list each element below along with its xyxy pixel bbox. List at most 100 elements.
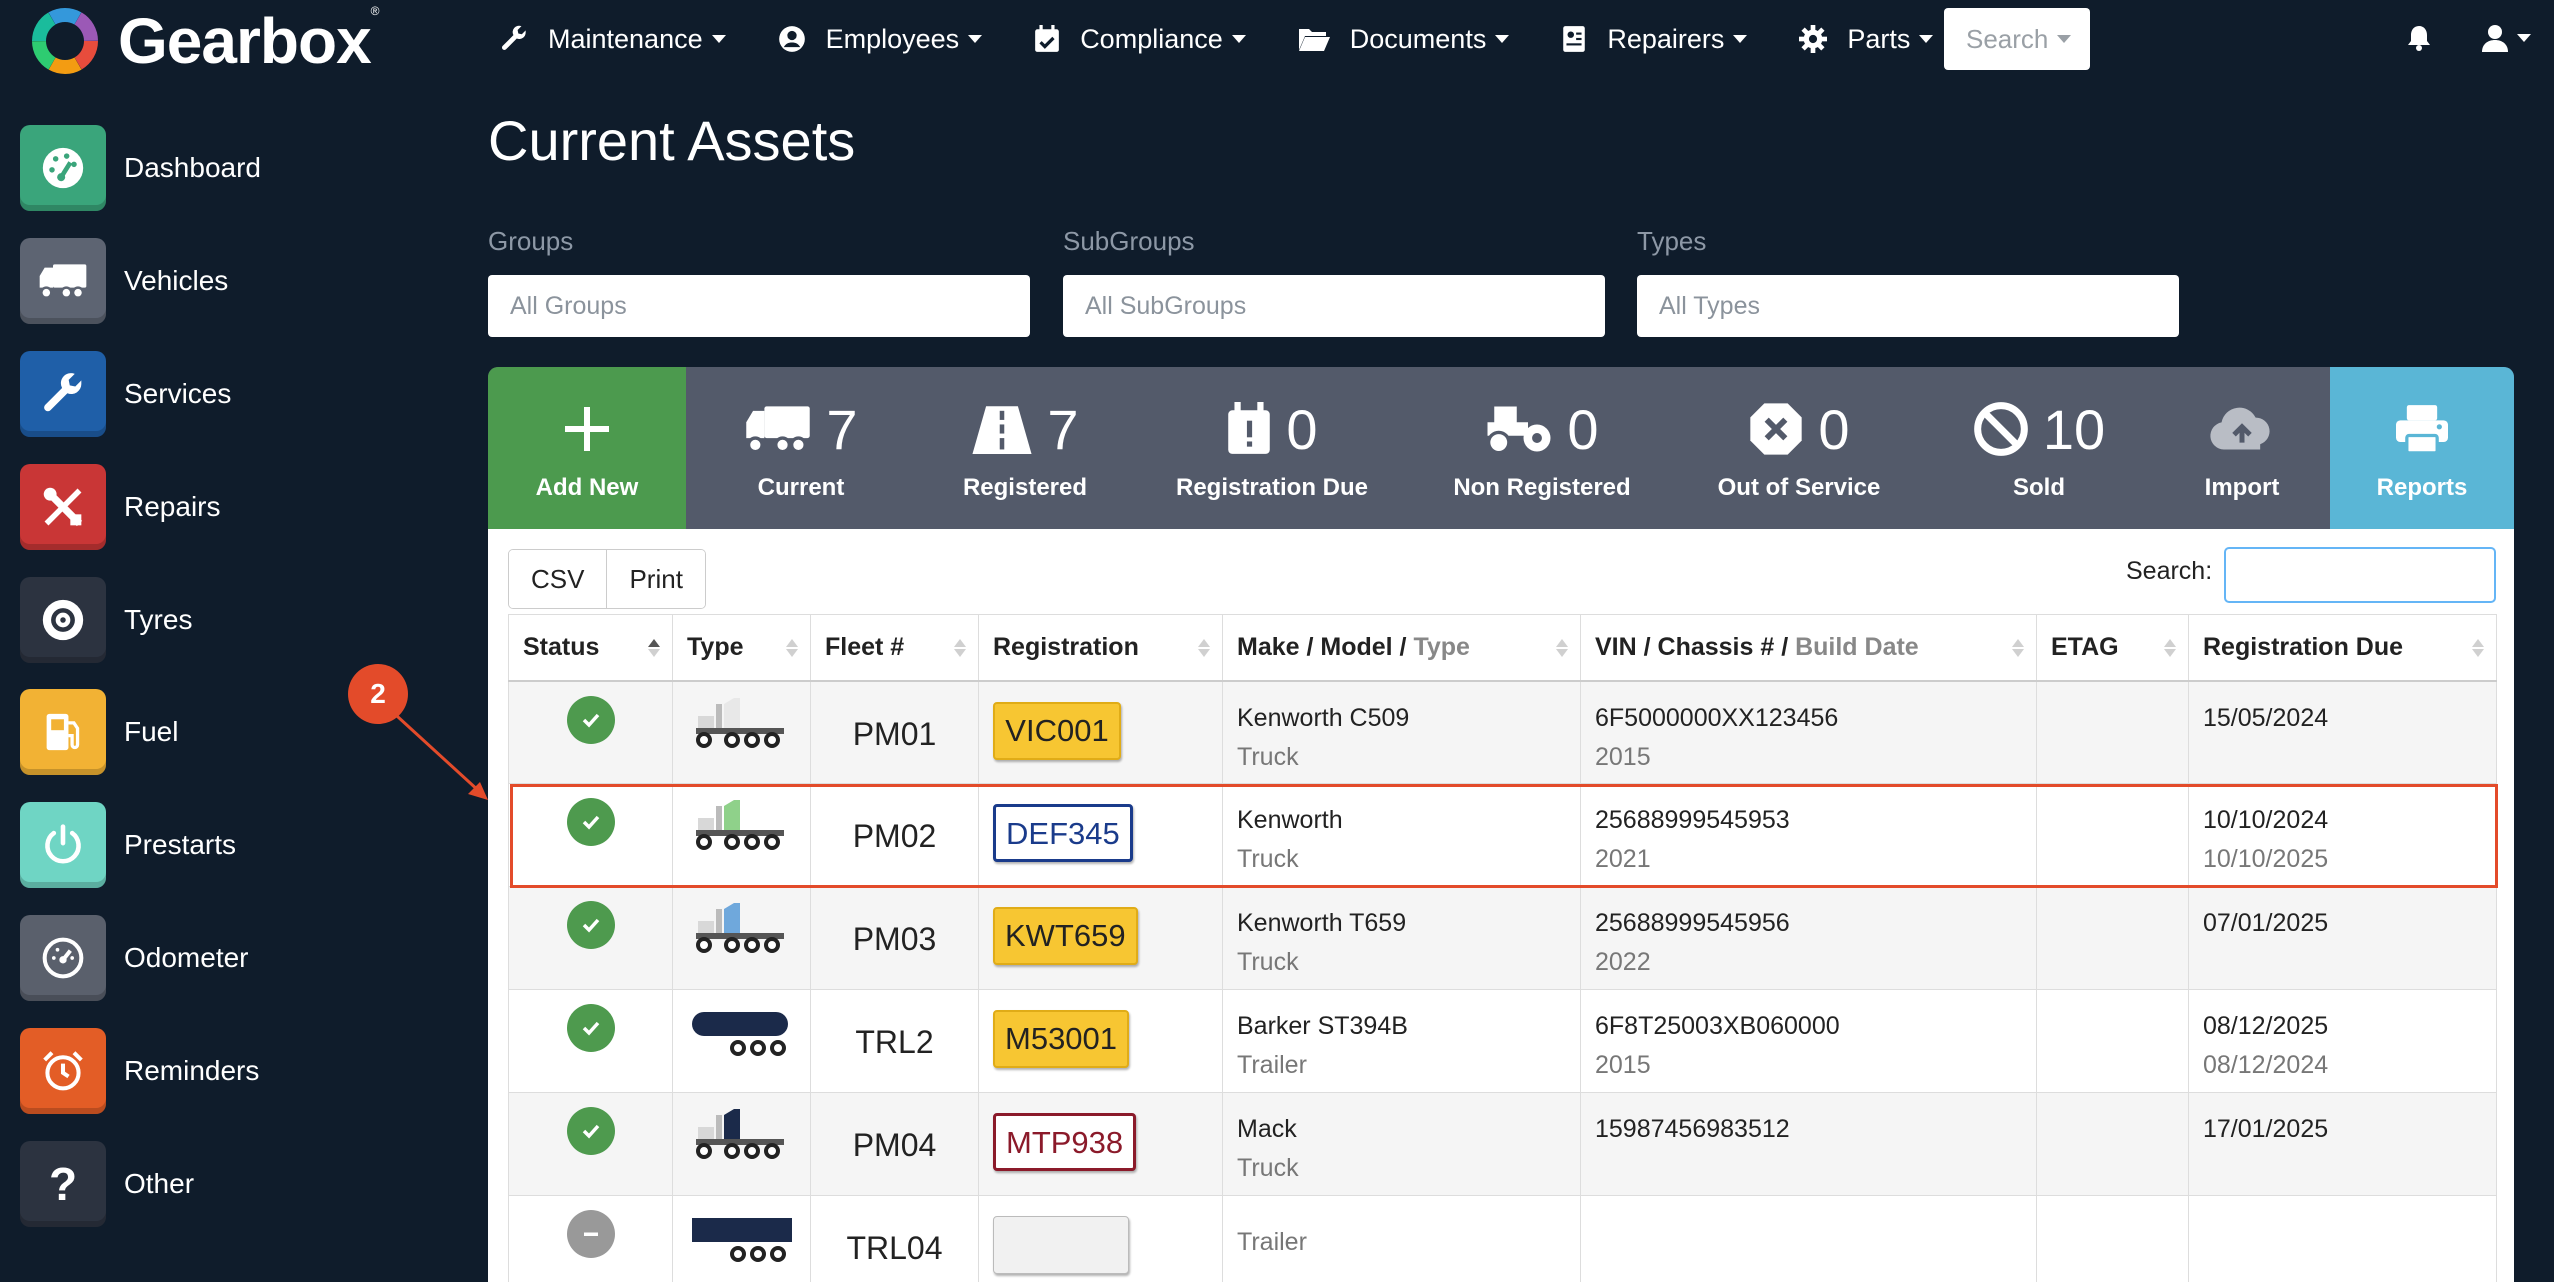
build-date-text: 2015 [1595, 1051, 1651, 1079]
groups-select[interactable]: All Groups [488, 275, 1030, 337]
truck-icon [692, 1107, 792, 1170]
sold-count: 10 [2042, 397, 2106, 461]
column-header-registration-due[interactable]: Registration Due [2188, 614, 2497, 682]
make-header-sublabel: Type [1413, 632, 1470, 661]
nav-documents[interactable]: Documents [1298, 24, 1510, 55]
cell-status [508, 989, 673, 1093]
registration-due-text: 08/12/2025 [2203, 1012, 2329, 1040]
cell-fleet[interactable]: PM02 [810, 783, 979, 887]
sidebar-item-odometer[interactable]: Odometer [20, 902, 440, 1015]
column-header-vin[interactable]: VIN / Chassis # / Build Date [1580, 614, 2037, 682]
fleet-header-label: Fleet # [825, 632, 905, 661]
fleet-number[interactable]: PM02 [853, 818, 937, 854]
vin-text: 6F5000000XX123456 [1595, 703, 1839, 732]
cell-registration-due: 17/01/2025 [2188, 1092, 2497, 1196]
column-header-etag[interactable]: ETAG [2036, 614, 2189, 682]
nav-repairers[interactable]: Repairers [1561, 23, 1748, 55]
table-row[interactable]: PM03 KWT659 Kenworth T659 Truck 256889995459… [508, 886, 2497, 990]
csv-button[interactable]: CSV [509, 550, 607, 608]
sidebar-item-reminders[interactable]: Reminders [20, 1014, 440, 1127]
stat-out-of-service[interactable]: 0 Out of Service [1674, 367, 1924, 529]
assets-table-panel: CSV Print Search: Status Type Fleet # Re… [488, 529, 2514, 1282]
registration-plate[interactable] [993, 1216, 1129, 1274]
nav-parts[interactable]: Parts [1799, 24, 1934, 55]
cell-etag [2036, 989, 2189, 1093]
sidebar-item-other[interactable]: ? Other [20, 1127, 440, 1240]
cell-make-model: Trailer [1222, 1195, 1581, 1282]
registration-plate[interactable]: M53001 [993, 1010, 1130, 1068]
table-row[interactable]: TRL2 M53001 Barker ST394B Trailer 6F8T25003X… [508, 989, 2497, 1093]
fleet-number[interactable]: TRL2 [855, 1024, 933, 1060]
cell-status [508, 680, 673, 784]
nav-maintenance[interactable]: Maintenance [500, 24, 726, 55]
road-icon [972, 406, 1032, 454]
add-new-button[interactable]: Add New [488, 367, 686, 529]
sort-icon [1198, 637, 1210, 659]
registration-plate[interactable]: KWT659 [993, 907, 1138, 965]
nav-employees[interactable]: Employees [778, 24, 983, 55]
table-row[interactable]: PM01 VIC001 Kenworth C509 Truck 6F5000000XX1… [508, 680, 2497, 784]
page-title: Current Assets [488, 109, 856, 172]
stat-sold[interactable]: 10 Sold [1924, 367, 2154, 529]
cell-fleet[interactable]: TRL04 [810, 1195, 979, 1282]
registration-plate[interactable]: VIC001 [993, 701, 1121, 760]
vehicles-tile [20, 238, 106, 325]
gearbox-logo[interactable]: Gearbox® [30, 4, 379, 77]
print-button[interactable]: Print [606, 550, 705, 608]
fleet-number[interactable]: PM03 [853, 921, 937, 957]
stat-registered[interactable]: 7 Registered [916, 367, 1134, 529]
printer-icon [2396, 405, 2448, 455]
fleet-number[interactable]: PM01 [853, 716, 937, 752]
nav-maintenance-label: Maintenance [548, 23, 703, 54]
cell-fleet[interactable]: PM03 [810, 886, 979, 990]
table-row[interactable]: PM04 MTP938 Mack Truck 15987456983512 17/01/2… [508, 1092, 2497, 1196]
cell-status [508, 886, 673, 990]
sidebar-item-repairs[interactable]: Repairs [20, 450, 440, 563]
chevron-down-icon [711, 35, 726, 43]
fleet-number[interactable]: TRL04 [846, 1230, 942, 1266]
registration-due-text: 15/05/2024 [2203, 703, 2329, 732]
sidebar-item-services[interactable]: Services [20, 338, 440, 451]
sidebar-item-label: Other [124, 1167, 195, 1199]
table-row[interactable]: TRL04 Trailer [508, 1195, 2497, 1282]
truck-icon [746, 406, 811, 454]
column-header-type[interactable]: Type [672, 614, 811, 682]
stat-registration-due[interactable]: 0 Registration Due [1134, 367, 1410, 529]
cell-registration-due: 08/12/2025 08/12/2024 [2188, 989, 2497, 1093]
table-search-input[interactable] [2224, 547, 2496, 603]
speedometer-icon [42, 148, 84, 189]
global-search-dropdown[interactable]: Search [1944, 8, 2090, 70]
types-select[interactable]: All Types [1637, 275, 2179, 337]
sidebar-item-label: Fuel [124, 716, 179, 748]
registered-count: 7 [1047, 397, 1079, 461]
import-button[interactable]: Import [2154, 367, 2330, 529]
table-row[interactable]: PM02 DEF345 Kenworth Truck 25688999545953 202… [508, 783, 2497, 887]
registration-due-text: 17/01/2025 [2203, 1115, 2329, 1143]
sidebar-item-prestarts[interactable]: Prestarts [20, 789, 440, 902]
fuel-pump-icon [46, 714, 80, 751]
subgroups-select[interactable]: All SubGroups [1063, 275, 1605, 337]
cell-fleet[interactable]: TRL2 [810, 989, 979, 1093]
registration-plate[interactable]: MTP938 [993, 1113, 1137, 1171]
sidebar-item-label: Prestarts [124, 829, 237, 861]
reports-button[interactable]: Reports [2330, 367, 2514, 529]
registration-plate[interactable]: DEF345 [993, 804, 1133, 862]
chevron-down-icon [1495, 35, 1510, 43]
column-header-registration[interactable]: Registration [978, 614, 1223, 682]
column-header-status[interactable]: Status [508, 614, 673, 682]
sidebar-item-vehicles[interactable]: Vehicles [20, 225, 440, 338]
cell-fleet[interactable]: PM01 [810, 680, 979, 784]
nav-repairers-label: Repairers [1607, 23, 1725, 54]
sidebar-item-dashboard[interactable]: Dashboard [20, 112, 440, 225]
chevron-down-icon [2057, 35, 2072, 43]
column-header-make-model[interactable]: Make / Model / Type [1222, 614, 1581, 682]
sidebar-item-tyres[interactable]: Tyres [20, 563, 440, 676]
nav-compliance[interactable]: Compliance [1034, 24, 1246, 55]
column-header-fleet[interactable]: Fleet # [810, 614, 979, 682]
user-menu[interactable] [2482, 24, 2531, 52]
fleet-number[interactable]: PM04 [853, 1127, 937, 1163]
stat-non-registered[interactable]: 0 Non Registered [1410, 367, 1674, 529]
stat-current[interactable]: 7 Current [686, 367, 916, 529]
cell-fleet[interactable]: PM04 [810, 1092, 979, 1196]
bell-icon[interactable] [2407, 24, 2431, 57]
